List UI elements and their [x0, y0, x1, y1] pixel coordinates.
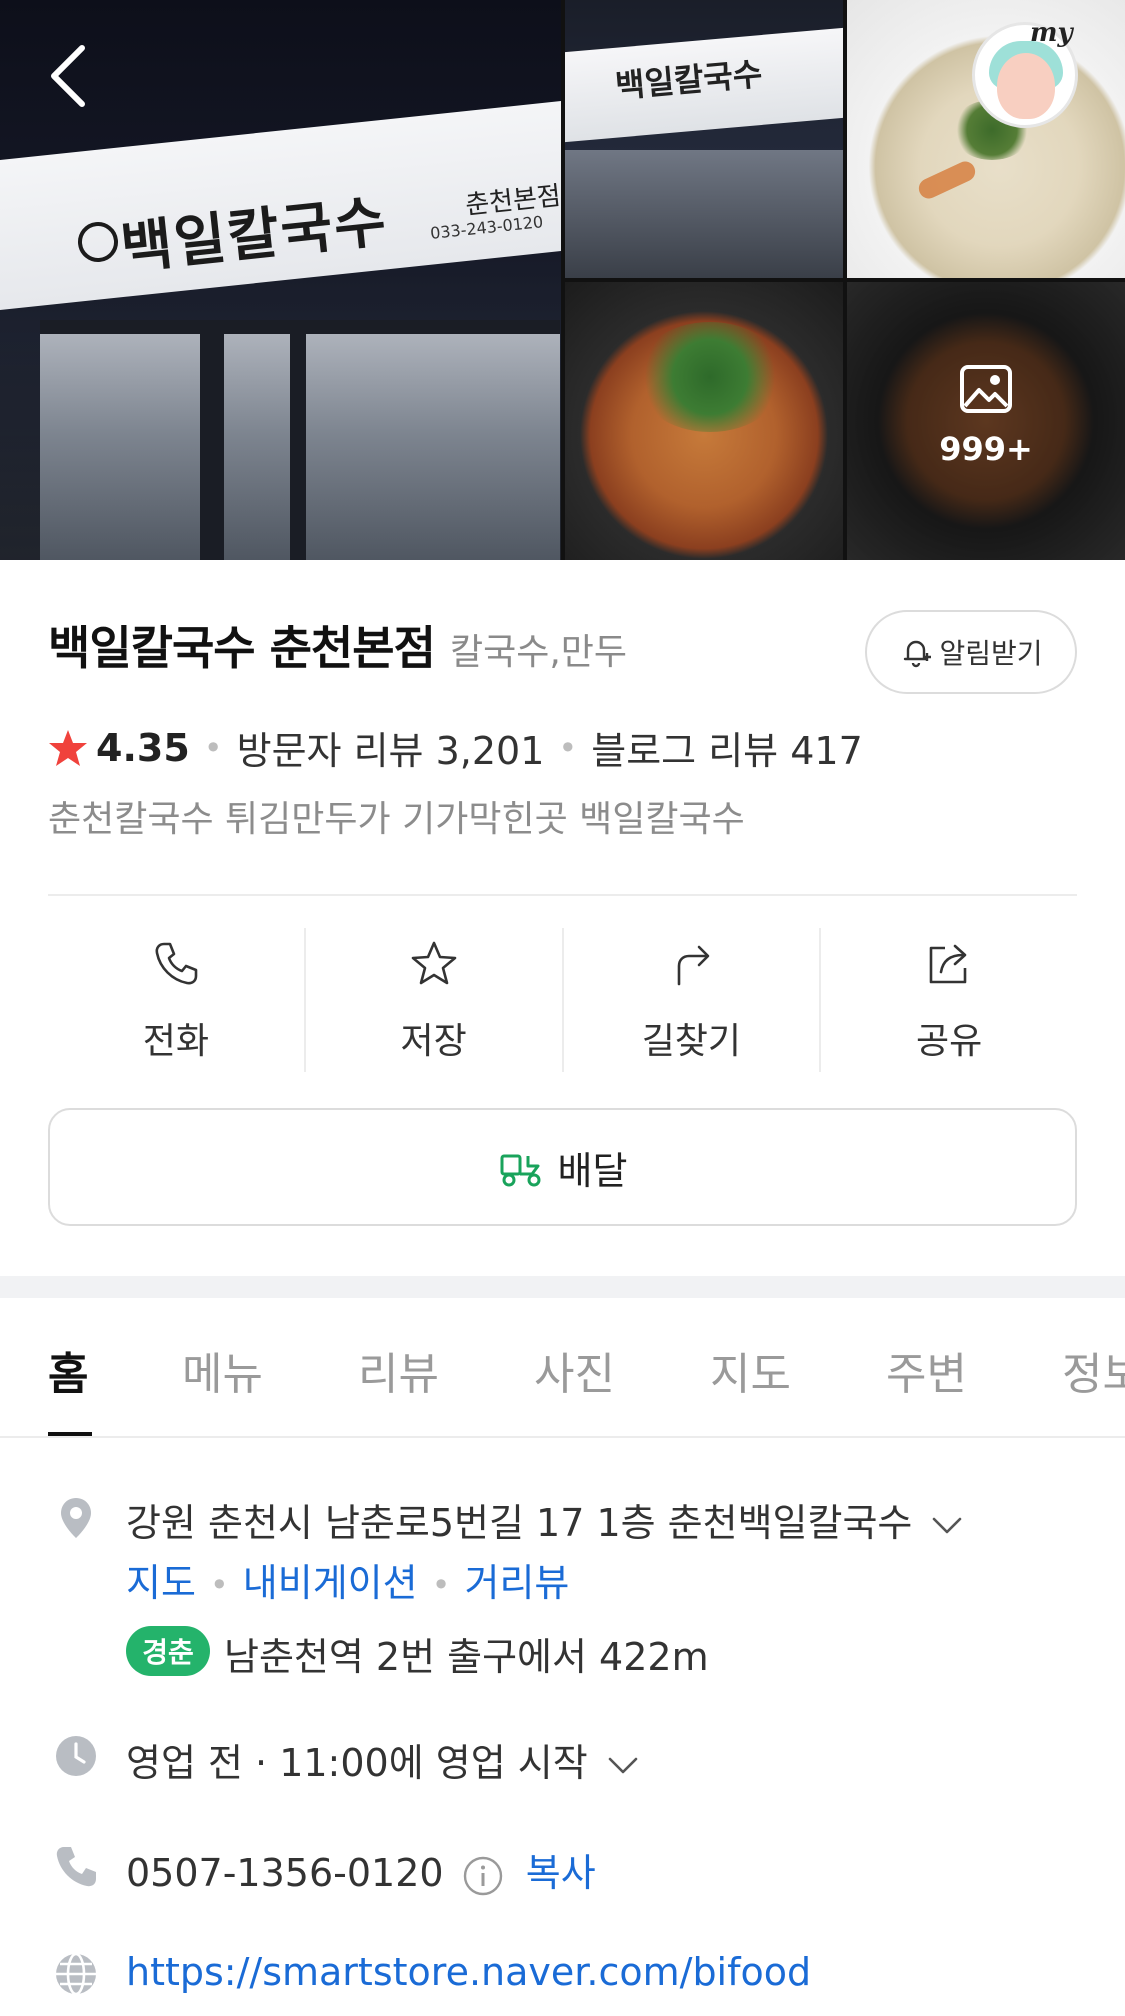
delivery-button[interactable]: 배달 — [48, 1108, 1077, 1226]
separator-dot: • — [558, 728, 578, 767]
phone-number[interactable]: 0507-1356-0120 — [126, 1851, 444, 1895]
photo-thumb-2[interactable]: 백일칼국수 — [565, 0, 843, 278]
avatar-face — [997, 53, 1055, 119]
globe-icon — [56, 1952, 96, 1996]
save-button[interactable]: 저장 — [306, 928, 564, 1072]
directions-button[interactable]: 길찾기 — [564, 928, 822, 1072]
streetview-link[interactable]: 거리뷰 — [464, 1561, 569, 1605]
navigation-link[interactable]: 내비게이션 — [243, 1561, 418, 1605]
separator-dot: • — [431, 1566, 451, 1604]
alert-label: 알림받기 — [939, 637, 1043, 670]
tab-map[interactable]: 지도 — [710, 1338, 791, 1402]
tab-menu[interactable]: 메뉴 — [182, 1338, 263, 1402]
alert-button[interactable]: 알림받기 — [865, 610, 1077, 694]
blog-reviews-link[interactable]: 블로그 리뷰 417 — [591, 720, 863, 775]
action-label: 전화 — [142, 1021, 209, 1062]
place-detail-page: 백일칼국수 춘천본점 033-243-0120 백일칼국수 999+ my 백일… — [0, 0, 1125, 2016]
phone-icon — [155, 942, 198, 985]
visitor-reviews-link[interactable]: 방문자 리뷰 3,201 — [237, 720, 545, 775]
tab-info[interactable]: 정보 — [1062, 1338, 1125, 1402]
share-icon — [929, 944, 967, 984]
shop-frame — [290, 320, 306, 560]
rating-row: 4.35 • 방문자 리뷰 3,201 • 블로그 리뷰 417 — [48, 720, 863, 775]
tab-bar: 홈 메뉴 리뷰 사진 지도 주변 정보 — [0, 1298, 1125, 1438]
photo-gallery: 백일칼국수 춘천본점 033-243-0120 백일칼국수 999+ my — [0, 0, 1125, 560]
rating-star-icon — [49, 729, 87, 766]
tagline: 춘천칼국수 튀김만두가 기가막힌곳 백일칼국수 — [48, 799, 745, 840]
tab-home[interactable]: 홈 — [48, 1338, 88, 1402]
garnish — [635, 322, 785, 432]
subway-info: 남춘천역 2번 출구에서 422m — [224, 1635, 709, 1679]
photo-thumb-4[interactable] — [565, 282, 843, 560]
shop-frame — [200, 320, 224, 560]
website-link[interactable]: https://smartstore.naver.com/bifood — [126, 1950, 811, 1994]
tab-reviews[interactable]: 리뷰 — [358, 1338, 439, 1402]
divider — [48, 894, 1077, 896]
separator-dot: • — [209, 1566, 229, 1604]
business-hours-row[interactable]: 영업 전 · 11:00에 영업 시작 — [126, 1732, 638, 1787]
my-label: my — [1030, 18, 1073, 48]
action-bar: 전화 저장 길찾기 공유 — [48, 928, 1077, 1072]
separator-dot: • — [203, 728, 223, 767]
address-links: 지도 • 내비게이션 • 거리뷰 — [126, 1552, 569, 1607]
business-hours: 영업 전 · 11:00에 영업 시작 — [126, 1741, 588, 1785]
action-label: 공유 — [916, 1021, 983, 1062]
shopfront — [565, 150, 843, 278]
garnish — [915, 158, 979, 202]
tab-photos[interactable]: 사진 — [534, 1338, 615, 1402]
photo-count: 999+ — [939, 430, 1033, 468]
address-text: 강원 춘천시 남춘로5번길 17 1층 춘천백일칼국수 — [126, 1501, 913, 1545]
place-name: 백일칼국수 춘천본점 — [48, 621, 436, 675]
title-row: 백일칼국수 춘천본점 칼국수,만두 — [48, 612, 627, 678]
location-pin-icon — [61, 1498, 91, 1538]
tab-divider — [0, 1436, 1125, 1438]
chevron-down-icon — [933, 1517, 962, 1533]
bell-plus-icon — [904, 640, 932, 668]
star-icon — [411, 941, 456, 985]
map-link[interactable]: 지도 — [126, 1561, 196, 1605]
delivery-label: 배달 — [557, 1148, 628, 1193]
phone-icon — [56, 1847, 96, 1887]
action-label: 길찾기 — [641, 1021, 742, 1062]
place-category: 칼국수,만두 — [450, 632, 628, 673]
photo-more[interactable]: 999+ — [847, 282, 1125, 560]
directions-icon — [678, 945, 710, 986]
action-label: 저장 — [400, 1021, 467, 1062]
clock-icon — [56, 1736, 96, 1776]
subway-line-badge: 경춘 — [126, 1626, 210, 1676]
image-icon — [960, 365, 1012, 413]
section-separator — [0, 1276, 1125, 1298]
delivery-scooter-icon — [500, 1154, 541, 1187]
rating-value: 4.35 — [96, 725, 190, 770]
info-icon[interactable] — [462, 1855, 504, 1897]
share-button[interactable]: 공유 — [821, 928, 1077, 1072]
back-arrow-icon[interactable] — [40, 40, 100, 110]
phone-row: 0507-1356-0120 복사 — [126, 1842, 596, 1897]
photo-overlay — [847, 282, 1125, 560]
chevron-down-icon — [608, 1757, 637, 1773]
copy-button[interactable]: 복사 — [526, 1851, 596, 1895]
call-button[interactable]: 전화 — [48, 928, 306, 1072]
address-row[interactable]: 강원 춘천시 남춘로5번길 17 1층 춘천백일칼국수 — [126, 1492, 962, 1547]
tab-nearby[interactable]: 주변 — [886, 1338, 967, 1402]
